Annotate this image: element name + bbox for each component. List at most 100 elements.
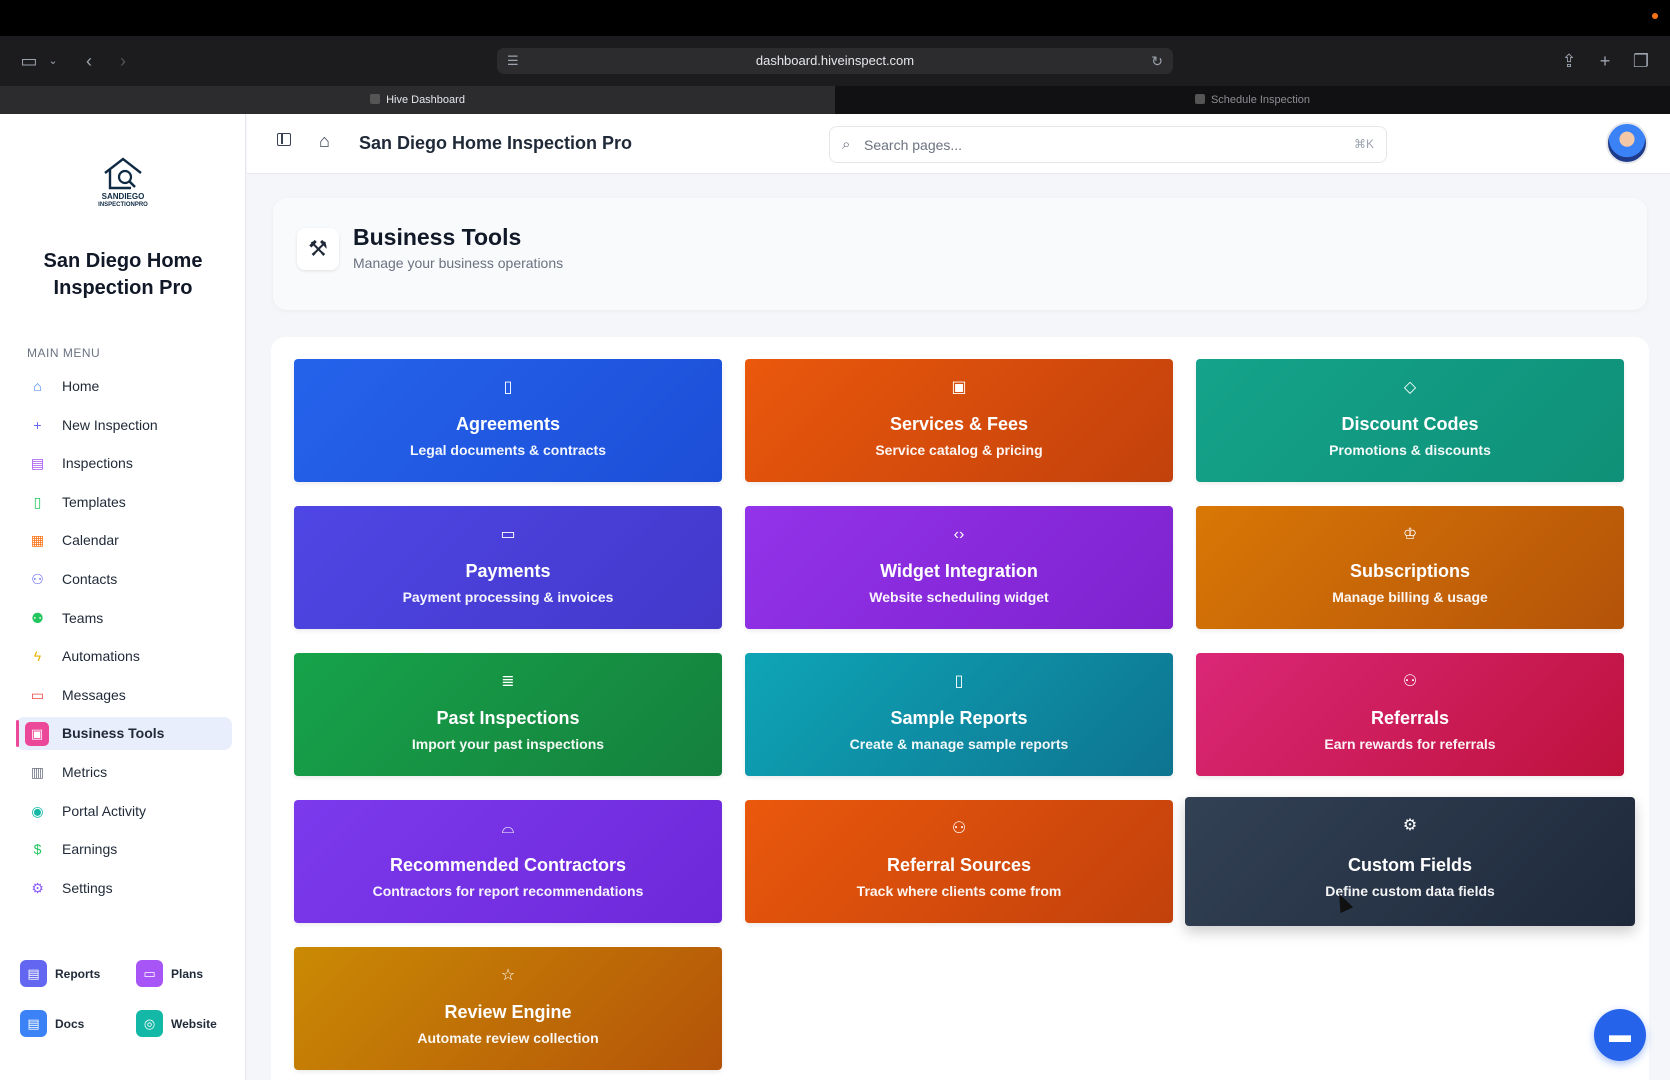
tab-overview-icon[interactable]: ❐	[1630, 48, 1652, 74]
sidebar-item-earnings[interactable]: $ Earnings	[16, 833, 232, 866]
card-review-engine[interactable]: ☆ Review Engine Automate review collecti…	[294, 947, 722, 1070]
reload-icon[interactable]: ↻	[1151, 48, 1163, 74]
brand-name: San Diego Home Inspection Pro	[0, 248, 246, 302]
home-icon: ⌂	[33, 378, 42, 394]
address-bar[interactable]: ☰ dashboard.hiveinspect.com ↻	[497, 48, 1173, 74]
card-discount-codes[interactable]: ◇ Discount Codes Promotions & discounts	[1196, 359, 1624, 482]
link-label: Plans	[171, 967, 204, 981]
app-header: ⌂ San Diego Home Inspection Pro ⌕ ⌘K	[247, 114, 1670, 174]
sidebar-item-messages[interactable]: ▭ Messages	[16, 679, 232, 712]
card-title: Subscriptions	[1349, 561, 1470, 581]
sidebar-item-label: Automations	[62, 648, 140, 665]
link-label: Docs	[55, 1017, 85, 1031]
card-sample-reports[interactable]: ▯ Sample Reports Create & manage sample …	[745, 653, 1173, 776]
tab-label: Hive Dashboard	[386, 94, 465, 106]
card-recommended-contractors[interactable]: ⌓ Recommended Contractors Contractors fo…	[294, 800, 722, 923]
sidebar-item-templates[interactable]: ▯ Templates	[16, 486, 232, 519]
chat-support-button[interactable]: ▬	[1594, 1009, 1646, 1061]
card-title: Recommended Contractors	[389, 855, 627, 875]
sidebar-collapse-icon[interactable]	[277, 133, 291, 146]
forward-icon[interactable]: ›	[114, 48, 132, 74]
card-subtitle: Website scheduling widget	[869, 589, 1049, 605]
sidebar-item-label: Calendar	[62, 532, 119, 549]
globe-icon: ◎	[136, 1010, 163, 1037]
file-icon: ▯	[954, 673, 964, 690]
card-subtitle: Manage billing & usage	[1332, 589, 1488, 605]
sidebar-item-inspections[interactable]: ▤ Inspections	[16, 447, 232, 480]
sidebar: SANDIEGO INSPECTIONPRO San Diego Home In…	[0, 114, 246, 1080]
website-link[interactable]: ◎ Website	[136, 1010, 217, 1038]
company-logo[interactable]: SANDIEGO INSPECTIONPRO	[88, 156, 158, 218]
document-icon: ▤	[20, 960, 47, 987]
hardhat-icon: ⌓	[501, 820, 515, 837]
card-subtitle: Promotions & discounts	[1329, 442, 1491, 458]
card-title: Discount Codes	[1341, 414, 1479, 434]
sidebar-toggle-icon[interactable]: ▭	[18, 48, 40, 74]
search-icon: ⌕	[842, 136, 851, 153]
card-subscriptions[interactable]: ♔ Subscriptions Manage billing & usage	[1196, 506, 1624, 629]
document-icon: ▯	[503, 379, 513, 396]
sidebar-item-label: Earnings	[62, 841, 118, 858]
plans-link[interactable]: ▭ Plans	[136, 960, 203, 988]
card-subtitle: Service catalog & pricing	[875, 442, 1043, 458]
sidebar-item-contacts[interactable]: ⚇ Contacts	[16, 563, 232, 596]
brand-line-2: Inspection Pro	[53, 277, 193, 299]
plus-icon: +	[33, 416, 42, 433]
chevron-down-icon[interactable]: ⌄	[46, 48, 60, 74]
star-icon: ☆	[500, 967, 516, 984]
sidebar-item-teams[interactable]: ⚉ Teams	[16, 602, 232, 635]
tools-icon: ⚒	[297, 228, 339, 270]
search-box[interactable]: ⌕ ⌘K	[829, 126, 1387, 163]
search-input[interactable]	[864, 134, 1304, 156]
tab-schedule-inspection[interactable]: Schedule Inspection	[835, 86, 1670, 114]
user-avatar[interactable]	[1606, 122, 1648, 164]
menu-heading: MAIN MENU	[27, 346, 101, 360]
sidebar-item-home[interactable]: ⌂ Home	[16, 370, 232, 403]
card-agreements[interactable]: ▯ Agreements Legal documents & contracts	[294, 359, 722, 482]
page-settings-icon[interactable]: ☰	[507, 48, 519, 74]
keyboard-shortcut: ⌘K	[1353, 137, 1374, 151]
sidebar-item-portal-activity[interactable]: ◉ Portal Activity	[16, 795, 232, 828]
card-past-inspections[interactable]: ≣ Past Inspections Import your past insp…	[294, 653, 722, 776]
share-icon[interactable]: ⇪	[1558, 48, 1580, 74]
card-referrals[interactable]: ⚇ Referrals Earn rewards for referrals	[1196, 653, 1624, 776]
users-icon: ⚇	[31, 570, 44, 587]
url-text: dashboard.hiveinspect.com	[755, 53, 915, 68]
book-icon: ▤	[20, 1010, 47, 1037]
page-subtitle: Manage your business operations	[353, 255, 564, 271]
card-services-fees[interactable]: ▣ Services & Fees Service catalog & pric…	[745, 359, 1173, 482]
sidebar-item-settings[interactable]: ⚙ Settings	[16, 872, 232, 905]
users-icon: ⚇	[1402, 673, 1418, 690]
business-tools-grid: ▯ Agreements Legal documents & contracts…	[271, 337, 1649, 1080]
gear-icon: ⚙	[1402, 817, 1418, 834]
card-title: Referrals	[1370, 708, 1450, 728]
card-subtitle: Create & manage sample reports	[849, 736, 1069, 752]
reports-link[interactable]: ▤ Reports	[20, 960, 100, 988]
bar-chart-icon: ▥	[30, 763, 45, 780]
tab-label: Schedule Inspection	[1210, 94, 1311, 106]
card-subtitle: Legal documents & contracts	[409, 442, 607, 458]
card-widget-integration[interactable]: ‹› Widget Integration Website scheduling…	[745, 506, 1173, 629]
sidebar-item-label: Business Tools	[62, 725, 165, 742]
sidebar-item-metrics[interactable]: ▥ Metrics	[16, 756, 232, 789]
sidebar-item-label: New Inspection	[62, 416, 158, 433]
sidebar-item-label: Contacts	[62, 570, 118, 587]
card-title: Referral Sources	[886, 855, 1032, 875]
sidebar-item-calendar[interactable]: ▦ Calendar	[16, 524, 232, 557]
link-label: Reports	[55, 967, 101, 981]
tag-icon: ◇	[1403, 379, 1417, 396]
card-referral-sources[interactable]: ⚇ Referral Sources Track where clients c…	[745, 800, 1173, 923]
sidebar-item-business-tools[interactable]: ▣ Business Tools	[16, 717, 232, 751]
card-subtitle: Payment processing & invoices	[402, 589, 614, 605]
card-title: Past Inspections	[436, 708, 580, 728]
card-custom-fields[interactable]: ⚙ Custom Fields Define custom data field…	[1185, 797, 1635, 926]
card-payments[interactable]: ▭ Payments Payment processing & invoices	[294, 506, 722, 629]
sidebar-item-new-inspection[interactable]: + New Inspection	[16, 409, 232, 442]
sidebar-item-label: Inspections	[62, 455, 133, 472]
sidebar-item-automations[interactable]: ϟ Automations	[16, 640, 232, 673]
tab-hive-dashboard[interactable]: Hive Dashboard	[0, 86, 835, 114]
back-icon[interactable]: ‹	[80, 48, 98, 74]
lightning-icon: ϟ	[33, 648, 42, 665]
docs-link[interactable]: ▤ Docs	[20, 1010, 84, 1038]
new-tab-icon[interactable]: +	[1594, 48, 1616, 74]
